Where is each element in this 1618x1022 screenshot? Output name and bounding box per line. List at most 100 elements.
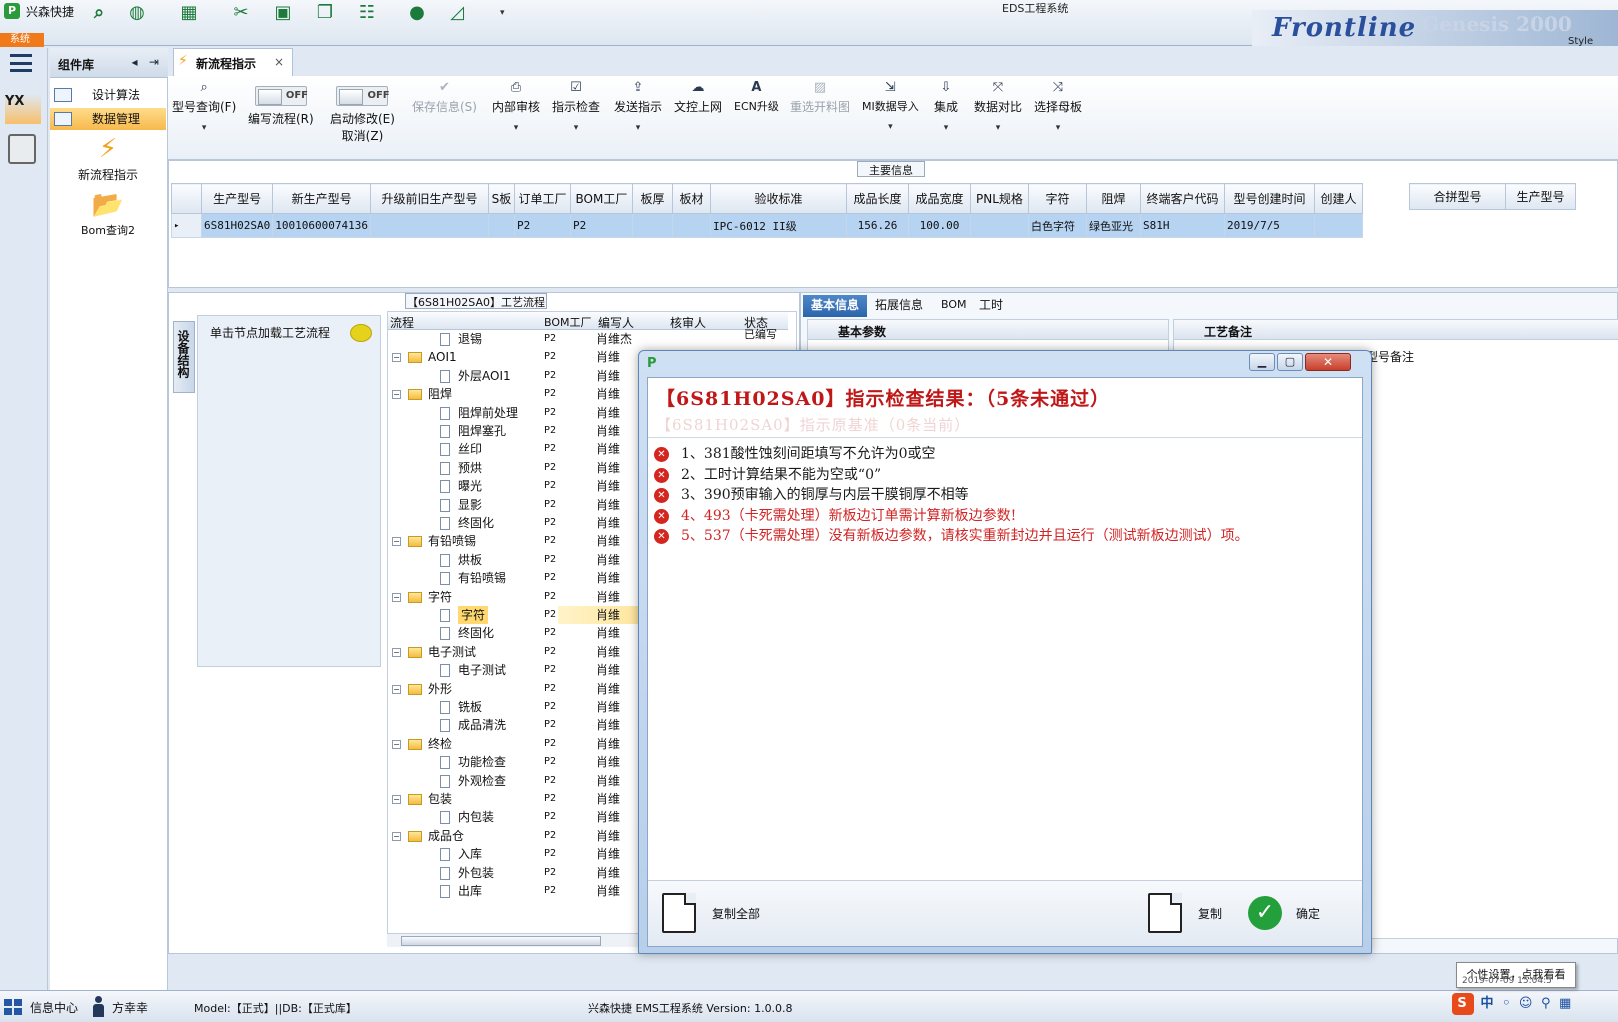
- table-cell[interactable]: IPC-6012 II级: [709, 213, 847, 238]
- send-instruction-button[interactable]: ⇪ 发送指示 ▾: [614, 80, 662, 133]
- table-cell[interactable]: [369, 213, 489, 238]
- close-icon[interactable]: ×: [274, 55, 284, 69]
- select-mother-board-button[interactable]: ⤨ 选择母板 ▾: [1034, 80, 1082, 133]
- calculator-icon[interactable]: [8, 134, 36, 164]
- collapse-toggle-icon[interactable]: −: [392, 537, 401, 547]
- globe-icon[interactable]: ◍: [124, 1, 150, 23]
- table-cell[interactable]: [671, 213, 711, 238]
- check-message[interactable]: ✕ 3、390预审输入的铜厚与内层干膜铜厚不相等: [654, 485, 969, 506]
- table-cell[interactable]: [1313, 213, 1363, 238]
- mi-import-button[interactable]: ⇲ MI数据导入 ▾: [862, 80, 919, 132]
- tab-basic-info[interactable]: 基本信息: [803, 295, 868, 317]
- table-cell[interactable]: 156.26: [845, 213, 909, 238]
- close-button[interactable]: ✕: [1305, 353, 1351, 371]
- reselect-cutting-button[interactable]: ▨ 重选开料图: [790, 80, 850, 115]
- scroll-thumb[interactable]: [401, 936, 601, 946]
- copy-icon[interactable]: ❐: [312, 1, 338, 23]
- tab-extended-info[interactable]: 拓展信息: [867, 295, 931, 317]
- column-header[interactable]: 成品长度: [845, 183, 909, 214]
- column-header[interactable]: 创建人: [1313, 183, 1363, 214]
- collapse-toggle-icon[interactable]: −: [392, 795, 401, 804]
- table-cell[interactable]: 绿色亚光: [1085, 213, 1141, 238]
- toggle-switch[interactable]: OFF: [254, 86, 308, 106]
- table-cell[interactable]: 100.00: [907, 213, 971, 238]
- maximize-button[interactable]: ▢: [1277, 353, 1303, 371]
- style-label[interactable]: Style: [1568, 36, 1593, 47]
- tool-bom-query[interactable]: 📂 Bom查询2: [50, 190, 166, 238]
- chevron-down-icon[interactable]: ▾: [614, 123, 662, 133]
- column-header[interactable]: 升级前旧生产型号: [369, 183, 489, 214]
- chevron-down-icon[interactable]: ▾: [1034, 123, 1082, 133]
- col-reviewer[interactable]: 核审人: [670, 314, 706, 331]
- column-header[interactable]: 字符: [1027, 183, 1087, 214]
- integrate-button[interactable]: ⇩ 集成 ▾: [934, 80, 958, 133]
- user-icon[interactable]: ●: [404, 1, 430, 23]
- start-modify-toggle[interactable]: OFF 启动修改(E) 取消(Z): [330, 80, 395, 144]
- grid-icon[interactable]: ▦: [176, 1, 202, 23]
- table-icon[interactable]: ☷: [354, 1, 380, 23]
- col-writer[interactable]: 编写人: [598, 314, 634, 331]
- model-query-button[interactable]: ⌕ 型号查询(F) ▾: [172, 80, 236, 133]
- column-header[interactable]: 验收标准: [709, 183, 847, 214]
- column-header[interactable]: 板材: [671, 183, 711, 214]
- table-cell[interactable]: P2: [569, 213, 633, 238]
- save-icon[interactable]: ▣: [270, 1, 296, 23]
- column-header[interactable]: 终端客户代码: [1139, 183, 1225, 214]
- check-message[interactable]: ✕ 1、381酸性蚀刻间距填写不允许为0或空: [654, 444, 936, 465]
- library-item-data-management[interactable]: 数据管理: [50, 108, 166, 130]
- table-cell[interactable]: [631, 213, 673, 238]
- chevron-down-icon[interactable]: ▾: [934, 123, 958, 133]
- group-header[interactable]: 基本参数: [808, 320, 1168, 340]
- table-cell[interactable]: P2: [513, 213, 571, 238]
- check-message[interactable]: ✕ 5、537（卡死需处理）没有新板边参数，请核实重新封边并且运行（测试新板边测试…: [654, 526, 1249, 547]
- table-cell[interactable]: S81H: [1139, 213, 1225, 238]
- collapse-toggle-icon[interactable]: −: [392, 353, 401, 363]
- table-cell[interactable]: 2019/7/5: [1223, 213, 1315, 238]
- collapse-toggle-icon[interactable]: −: [392, 684, 401, 694]
- tab-new-flow[interactable]: ⚡ 新流程指示 ×: [173, 48, 293, 76]
- tab-bom[interactable]: BOM: [933, 295, 975, 317]
- column-header[interactable]: S板: [487, 183, 515, 214]
- search-icon[interactable]: ⌕: [86, 1, 112, 23]
- internal-audit-button[interactable]: ⎙ 内部审核 ▾: [492, 80, 540, 133]
- col-flow[interactable]: 流程: [390, 314, 414, 331]
- table-cell[interactable]: 10010600074136: [272, 213, 371, 238]
- group-header[interactable]: 工艺备注: [1174, 320, 1618, 340]
- system-tab[interactable]: 系统: [0, 33, 44, 47]
- check-message[interactable]: ✕ 4、493（卡死需处理）新板边订单需计算新板边参数!: [654, 506, 1016, 527]
- yx-factory-icon[interactable]: YX: [5, 94, 41, 124]
- toggle-switch[interactable]: OFF: [336, 86, 390, 106]
- library-item-design-algorithm[interactable]: 设计算法: [50, 84, 166, 106]
- hamburger-menu-icon[interactable]: [10, 54, 32, 72]
- column-header[interactable]: 生产型号: [200, 183, 274, 214]
- check-message[interactable]: ✕ 2、工时计算结果不能为空或“0”: [654, 465, 881, 486]
- collapse-toggle-icon[interactable]: −: [392, 592, 401, 602]
- confirm-button[interactable]: ✓ 确定: [1248, 891, 1320, 935]
- save-info-button[interactable]: ✔ 保存信息(S): [412, 80, 477, 115]
- column-header[interactable]: 阻焊: [1085, 183, 1141, 214]
- table-cell[interactable]: 6S81H02SA0: [200, 213, 274, 238]
- column-header[interactable]: 板厚: [631, 183, 673, 214]
- windows-icon[interactable]: [4, 999, 22, 1015]
- column-header[interactable]: 型号创建时间: [1223, 183, 1315, 214]
- table-cell[interactable]: [487, 213, 515, 238]
- cancel-label[interactable]: 取消(Z): [342, 129, 384, 143]
- library-nav-icon[interactable]: ◂ ⇥: [131, 55, 159, 69]
- minimize-button[interactable]: ▁: [1249, 353, 1275, 371]
- ime-mode[interactable]: 中: [1481, 996, 1496, 1011]
- tab-work-hours[interactable]: 工时: [971, 295, 1011, 317]
- info-center-link[interactable]: 信息中心: [30, 999, 78, 1016]
- collapse-toggle-icon[interactable]: −: [392, 647, 401, 657]
- column-header[interactable]: 合拼型号: [1409, 183, 1506, 210]
- column-header[interactable]: 新生产型号: [272, 183, 371, 214]
- dropdown-caret-icon[interactable]: ▾: [500, 8, 505, 18]
- chart-icon[interactable]: ◿: [444, 1, 470, 23]
- table-row[interactable]: ▸ 6S81H02SA0 10010600074136 P2 P2 IPC-6012 II…: [171, 213, 1363, 238]
- edit-flow-toggle[interactable]: OFF 编写流程(R): [248, 80, 314, 127]
- equipment-structure-tab[interactable]: 设备结构: [173, 321, 195, 393]
- copy-button[interactable]: 复制: [1148, 891, 1222, 935]
- chevron-down-icon[interactable]: ▾: [172, 123, 236, 133]
- column-header[interactable]: BOM工厂: [569, 183, 633, 214]
- ecn-upgrade-button[interactable]: A ECN升级: [734, 80, 779, 114]
- collapse-toggle-icon[interactable]: −: [392, 390, 401, 400]
